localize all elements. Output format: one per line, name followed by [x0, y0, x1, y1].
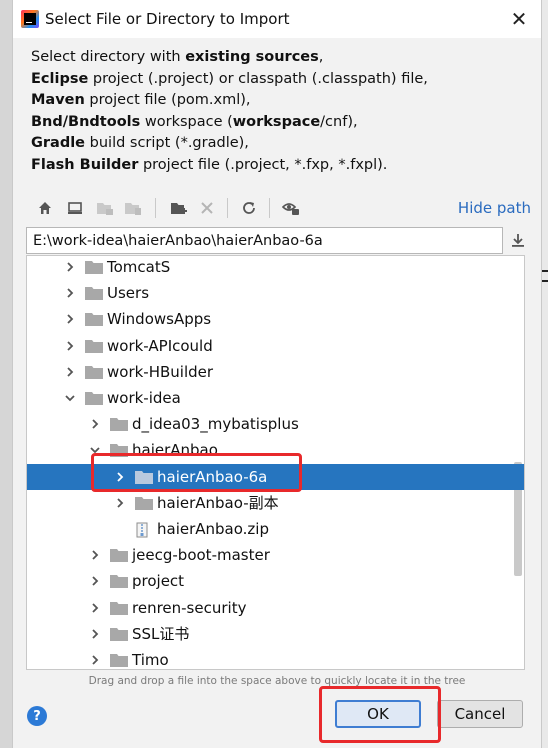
tree-row-label: haierAnbao.zip	[157, 520, 269, 538]
background-window-edge	[0, 0, 12, 748]
import-description: Select directory with existing sources, …	[31, 47, 531, 176]
description-line: Bnd/Bndtools workspace (workspace/cnf),	[31, 113, 358, 130]
toolbar-separator	[269, 198, 270, 218]
tree-row[interactable]: d_idea03_mybatisplus	[27, 411, 524, 437]
description-line: Select directory with existing sources,	[31, 49, 324, 65]
zip-file-icon	[135, 522, 151, 538]
tree-row[interactable]: jeecg-boot-master	[27, 542, 524, 568]
folder-icon	[85, 312, 103, 327]
tree-row-label: SSL证书	[132, 625, 190, 644]
description-line: Maven project file (pom.xml),	[31, 92, 251, 108]
chevron-down-icon[interactable]	[88, 443, 102, 457]
chevron-right-icon[interactable]	[113, 470, 127, 484]
tree-row[interactable]: renren-security	[27, 595, 524, 621]
tree-row[interactable]: work-idea	[27, 385, 524, 411]
description-line: Flash Builder project file (.project, *.…	[31, 156, 388, 173]
tree-row-label: renren-security	[132, 598, 247, 617]
delete-icon	[195, 196, 219, 220]
tree-row[interactable]: haierAnbao.zip	[27, 516, 524, 542]
intellij-app-icon	[21, 10, 39, 28]
tree-row-label: haierAnbao	[132, 441, 218, 460]
path-input[interactable]	[26, 227, 503, 254]
folder-icon	[110, 548, 128, 563]
tree-row[interactable]: Timo	[27, 647, 524, 669]
chevron-right-icon[interactable]	[88, 653, 102, 667]
chevron-right-icon[interactable]	[63, 339, 77, 353]
import-dialog: Select File or Directory to Import ✕ Sel…	[12, 0, 542, 748]
tree-row[interactable]: haierAnbao-6a	[27, 463, 524, 490]
folder-icon	[85, 286, 103, 301]
chevron-right-icon[interactable]	[63, 260, 77, 274]
chevron-right-icon[interactable]	[88, 627, 102, 641]
tree-row[interactable]: work-APIcould	[27, 333, 524, 359]
tree-row[interactable]: Users	[27, 280, 524, 306]
chevron-down-icon[interactable]	[63, 391, 77, 405]
tree-row-label: jeecg-boot-master	[132, 546, 270, 565]
refresh-icon[interactable]	[237, 196, 261, 220]
tree-row-label: TomcatS	[107, 258, 171, 276]
description-line: Gradle build script (*.gradle),	[31, 135, 249, 151]
tree-row-label: work-APIcould	[107, 336, 213, 355]
toolbar-separator	[155, 198, 156, 218]
directory-tree[interactable]: TomcatS Users WindowsApps work-APIcould work…	[26, 255, 525, 670]
tree-row[interactable]: work-HBuilder	[27, 359, 524, 385]
chevron-right-icon[interactable]	[63, 365, 77, 379]
tree-row-label: work-HBuilder	[107, 362, 214, 381]
folder-icon	[85, 365, 103, 379]
tree-row-label: d_idea03_mybatisplus	[132, 415, 299, 434]
folder-icon	[110, 443, 128, 458]
tree-row[interactable]: haierAnbao	[27, 437, 524, 463]
chevron-right-icon[interactable]	[113, 496, 127, 510]
show-hidden-icon[interactable]	[279, 196, 303, 220]
help-button[interactable]: ?	[27, 706, 47, 726]
tree-row-label: Users	[107, 284, 150, 303]
dialog-title: Select File or Directory to Import	[45, 10, 290, 28]
description-line: Eclipse project (.project) or classpath …	[31, 70, 428, 87]
tree-row-label: work-idea	[107, 389, 181, 407]
folder-icon	[110, 417, 128, 432]
folder-icon	[85, 339, 103, 353]
toolbar-separator	[227, 198, 228, 218]
home-icon[interactable]	[33, 196, 57, 220]
tree-row-label: haierAnbao-6a	[157, 467, 268, 486]
desktop-icon[interactable]	[63, 196, 87, 220]
chevron-right-icon[interactable]	[88, 417, 102, 431]
tree-row-label: project	[132, 572, 185, 591]
project-folder-icon	[93, 196, 117, 220]
folder-icon	[110, 627, 128, 641]
tree-row[interactable]: project	[27, 568, 524, 594]
file-chooser-toolbar: Hide path	[31, 195, 531, 221]
chevron-right-icon[interactable]	[63, 286, 77, 300]
folder-icon	[110, 653, 128, 667]
chevron-right-icon[interactable]	[88, 548, 102, 562]
drag-drop-hint: Drag and drop a file into the space abov…	[88, 675, 466, 687]
title-bar: Select File or Directory to Import ✕	[13, 0, 541, 38]
cancel-button[interactable]: Cancel	[437, 700, 523, 728]
tree-row-label: Timo	[132, 651, 169, 669]
tree-row[interactable]: WindowsApps	[27, 306, 524, 332]
download-icon[interactable]	[507, 229, 529, 251]
folder-icon	[135, 496, 153, 510]
tree-row[interactable]: SSL证书	[27, 621, 524, 647]
folder-icon	[85, 260, 103, 274]
chevron-right-icon[interactable]	[63, 312, 77, 326]
chevron-right-icon[interactable]	[88, 574, 102, 588]
tree-row[interactable]: haierAnbao-副本	[27, 490, 524, 516]
close-button[interactable]: ✕	[497, 0, 541, 38]
folder-icon	[85, 391, 103, 405]
module-folder-icon	[121, 196, 145, 220]
chevron-right-icon[interactable]	[88, 601, 102, 615]
tree-row[interactable]: TomcatS	[27, 256, 524, 280]
tree-row-label: WindowsApps	[107, 310, 212, 329]
folder-icon	[135, 470, 153, 484]
ok-button[interactable]: OK	[335, 700, 421, 728]
new-folder-icon[interactable]	[167, 196, 191, 220]
folder-icon	[110, 601, 128, 615]
folder-icon	[110, 574, 128, 589]
hide-path-link[interactable]: Hide path	[458, 199, 531, 217]
tree-row-label: haierAnbao-副本	[157, 494, 279, 513]
